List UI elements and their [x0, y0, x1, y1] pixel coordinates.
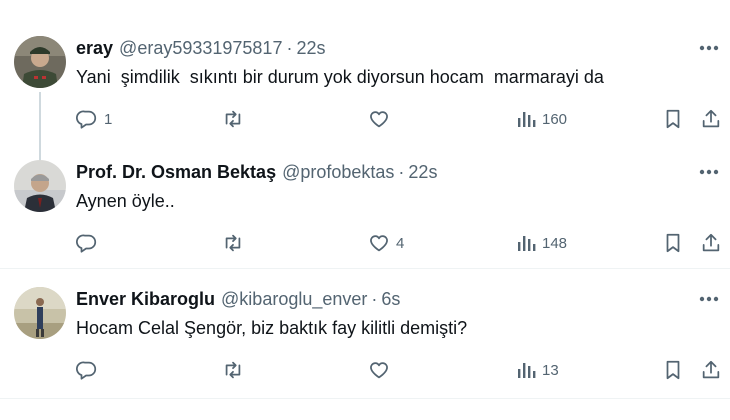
author-name[interactable]: Enver Kibaroglu	[76, 289, 215, 310]
retweet-button[interactable]	[221, 357, 251, 383]
reply-icon	[76, 108, 98, 130]
tweet-header: Prof. Dr. Osman Bektaş @profobektas · 22…	[76, 160, 437, 184]
tweet-text: Hocam Celal Şengör, biz baktık fay kilit…	[76, 318, 468, 338]
divider	[0, 268, 730, 269]
retweet-icon	[221, 232, 245, 254]
more-icon[interactable]	[698, 38, 720, 58]
views-icon	[516, 109, 536, 129]
thread-line	[39, 92, 41, 162]
tweet[interactable]: Enver Kibaroglu @kibaroglu_enver · 6s Ho…	[0, 287, 730, 387]
avatar[interactable]	[14, 287, 66, 339]
bookmark-button[interactable]	[663, 357, 683, 383]
bookmark-button[interactable]	[663, 106, 683, 132]
author-handle[interactable]: @eray59331975817	[119, 38, 282, 59]
like-button[interactable]: 4	[368, 230, 404, 256]
bookmark-button[interactable]	[663, 230, 683, 256]
views-count: 160	[542, 110, 568, 128]
retweet-icon	[221, 359, 245, 381]
reply-icon	[76, 232, 98, 254]
author-handle[interactable]: @profobektas	[282, 162, 394, 183]
tweet[interactable]: eray @eray59331975817 · 22s Yani şimdili…	[0, 36, 730, 162]
timestamp[interactable]: 22s	[408, 162, 437, 183]
tweet-actions: 4 148	[76, 230, 726, 256]
reply-icon	[76, 359, 98, 381]
bookmark-icon	[663, 108, 683, 130]
like-icon	[368, 232, 390, 254]
separator: ·	[371, 288, 378, 309]
like-count: 4	[396, 234, 405, 252]
tweet-header: Enver Kibaroglu @kibaroglu_enver · 6s	[76, 287, 400, 311]
views-button[interactable]: 148	[516, 230, 567, 256]
views-count: 148	[542, 234, 568, 252]
more-icon[interactable]	[698, 162, 720, 182]
retweet-icon	[221, 108, 245, 130]
divider	[0, 398, 730, 399]
timestamp[interactable]: 6s	[381, 289, 400, 310]
share-button[interactable]	[700, 230, 722, 256]
tweet[interactable]: Prof. Dr. Osman Bektaş @profobektas · 22…	[0, 160, 730, 260]
timestamp[interactable]: 22s	[296, 38, 325, 59]
retweet-button[interactable]	[221, 230, 251, 256]
author-name[interactable]: Prof. Dr. Osman Bektaş	[76, 162, 276, 183]
reply-button[interactable]	[76, 357, 104, 383]
share-icon	[700, 359, 722, 381]
views-button[interactable]: 13	[516, 357, 559, 383]
share-button[interactable]	[700, 357, 722, 383]
share-button[interactable]	[700, 106, 722, 132]
tweet-actions: 1 160	[76, 106, 726, 132]
tweet-feed: eray @eray59331975817 · 22s Yani şimdili…	[0, 0, 730, 420]
author-name[interactable]: eray	[76, 38, 113, 59]
separator: ·	[286, 37, 293, 58]
tweet-header: eray @eray59331975817 · 22s	[76, 36, 325, 60]
avatar[interactable]	[14, 160, 66, 212]
bookmark-icon	[663, 232, 683, 254]
like-button[interactable]	[368, 357, 396, 383]
retweet-button[interactable]	[221, 106, 251, 132]
share-icon	[700, 232, 722, 254]
views-button[interactable]: 160	[516, 106, 567, 132]
views-count: 13	[542, 361, 559, 379]
share-icon	[700, 108, 722, 130]
author-handle[interactable]: @kibaroglu_enver	[221, 289, 367, 310]
avatar[interactable]	[14, 36, 66, 88]
tweet-actions: 13	[76, 357, 726, 383]
more-icon[interactable]	[698, 289, 720, 309]
tweet-text: Aynen öyle..	[76, 191, 175, 211]
tweet-text: Yani şimdilik sıkıntı bir durum yok diyo…	[76, 67, 604, 87]
views-icon	[516, 360, 536, 380]
like-icon	[368, 108, 390, 130]
like-button[interactable]	[368, 106, 396, 132]
separator: ·	[398, 161, 405, 182]
views-icon	[516, 233, 536, 253]
reply-count: 1	[104, 110, 113, 128]
like-icon	[368, 359, 390, 381]
reply-button[interactable]	[76, 230, 104, 256]
reply-button[interactable]: 1	[76, 106, 112, 132]
bookmark-icon	[663, 359, 683, 381]
